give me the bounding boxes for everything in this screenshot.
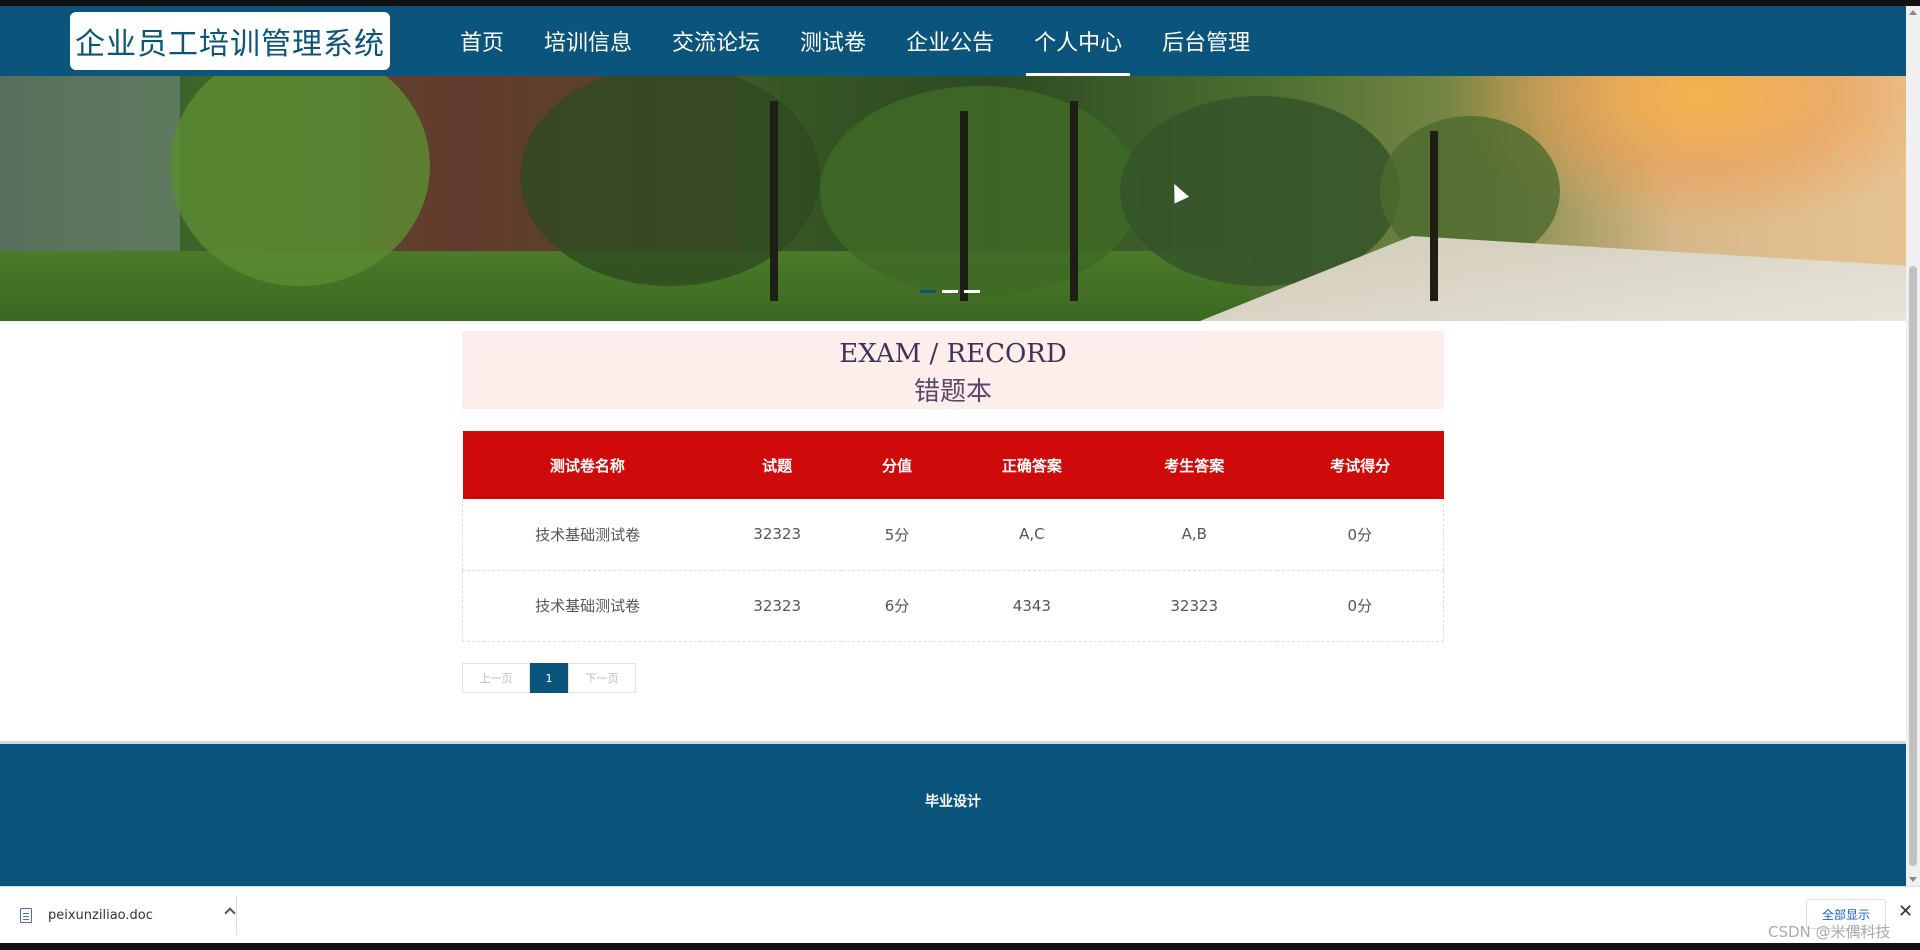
section-header: EXAM / RECORD 错题本	[462, 331, 1444, 409]
cell-exam-score: 0分	[1276, 499, 1444, 571]
cell-question: 32323	[712, 570, 843, 642]
banner-trunk	[1070, 101, 1078, 301]
next-page-button[interactable]: 下一页	[568, 663, 636, 693]
carousel-dot-1[interactable]	[920, 290, 936, 293]
cell-score-value: 5分	[842, 499, 952, 571]
page-scrollbar[interactable]	[1906, 6, 1920, 886]
cell-student-answer: 32323	[1111, 570, 1277, 642]
nav-forum[interactable]: 交流论坛	[652, 6, 780, 76]
section-title-en: EXAM / RECORD	[839, 339, 1067, 369]
banner-trunk	[960, 111, 968, 301]
download-item[interactable]: peixunziliao.doc	[14, 897, 236, 933]
cell-paper-name: 技术基础测试卷	[462, 499, 713, 571]
top-navbar: 企业员工培训管理系统 首页 培训信息 交流论坛 测试卷 企业公告 个人中心 后台…	[0, 6, 1906, 76]
banner-carousel[interactable]	[0, 76, 1906, 321]
nav-training-info[interactable]: 培训信息	[524, 6, 652, 76]
cell-paper-name: 技术基础测试卷	[462, 570, 713, 642]
banner-trunk	[770, 101, 778, 301]
page-1-button[interactable]: 1	[530, 663, 568, 693]
cell-score-value: 6分	[842, 570, 952, 642]
nav-announcements[interactable]: 企业公告	[886, 6, 1014, 76]
cell-exam-score: 0分	[1276, 570, 1444, 642]
close-icon[interactable]: ✕	[1898, 901, 1913, 922]
wrong-answers-table: 测试卷名称 试题 分值 正确答案 考生答案 考试得分 技术基础测试卷 32323…	[462, 431, 1444, 642]
col-student-answer: 考生答案	[1111, 431, 1277, 499]
table-row[interactable]: 技术基础测试卷 32323 5分 A,C A,B 0分	[462, 499, 1444, 571]
chevron-up-icon[interactable]	[224, 907, 236, 919]
site-logo-title[interactable]: 企业员工培训管理系统	[70, 12, 390, 70]
col-question: 试题	[712, 431, 843, 499]
nav-admin[interactable]: 后台管理	[1142, 6, 1270, 76]
pagination: 上一页 1 下一页	[462, 663, 636, 693]
watermark-text: CSDN @米偶科技	[1768, 923, 1891, 941]
prev-page-button[interactable]: 上一页	[462, 663, 530, 693]
main-nav: 首页 培训信息 交流论坛 测试卷 企业公告 个人中心 后台管理	[440, 6, 1270, 76]
cell-student-answer: A,B	[1111, 499, 1277, 571]
cell-correct-answer: 4343	[951, 570, 1112, 642]
col-score-value: 分值	[842, 431, 952, 499]
table-row[interactable]: 技术基础测试卷 32323 6分 4343 32323 0分	[462, 570, 1444, 642]
scroll-thumb[interactable]	[1909, 266, 1917, 866]
nav-home[interactable]: 首页	[440, 6, 524, 76]
col-exam-score: 考试得分	[1276, 431, 1444, 499]
scroll-down-arrow-icon[interactable]	[1909, 877, 1917, 882]
carousel-dot-2[interactable]	[942, 290, 958, 293]
download-bar: peixunziliao.doc 全部显示 ✕ CSDN @米偶科技	[0, 886, 1920, 943]
carousel-indicators	[920, 290, 980, 293]
section-title-cn: 错题本	[913, 377, 992, 407]
download-filename: peixunziliao.doc	[48, 907, 153, 923]
footer-text: 毕业设计	[925, 794, 981, 810]
banner-building	[0, 76, 180, 276]
document-icon	[20, 907, 32, 923]
scroll-up-arrow-icon[interactable]	[1909, 10, 1917, 15]
banner-trunk	[1430, 131, 1438, 301]
carousel-dot-3[interactable]	[964, 290, 980, 293]
download-divider	[236, 895, 237, 935]
nav-personal-center[interactable]: 个人中心	[1014, 6, 1142, 76]
cell-correct-answer: A,C	[951, 499, 1112, 571]
table-header-row: 测试卷名称 试题 分值 正确答案 考生答案 考试得分	[462, 431, 1444, 499]
col-correct-answer: 正确答案	[951, 431, 1112, 499]
col-paper-name: 测试卷名称	[462, 431, 713, 499]
nav-test-papers[interactable]: 测试卷	[780, 6, 886, 76]
cell-question: 32323	[712, 499, 843, 571]
site-footer: 毕业设计	[0, 741, 1906, 886]
banner-tree	[1120, 96, 1400, 286]
main-content: EXAM / RECORD 错题本 测试卷名称 试题 分值 正确答案 考生答案 …	[0, 321, 1906, 741]
banner-tree	[820, 86, 1140, 296]
